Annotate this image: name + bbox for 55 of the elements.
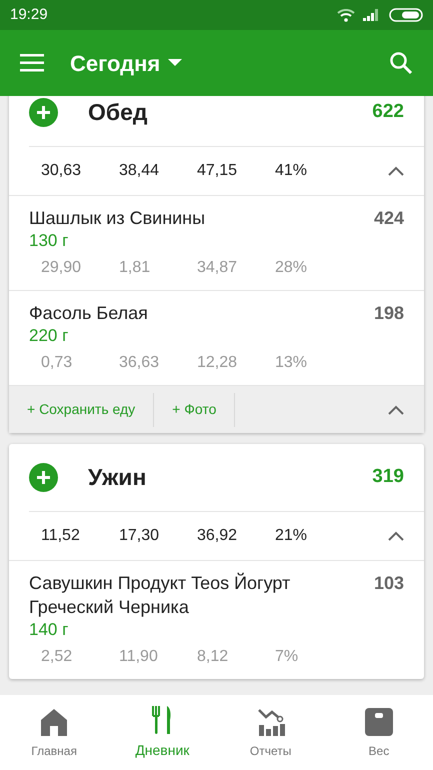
collapse-button[interactable] bbox=[388, 404, 404, 414]
macro-value: 13% bbox=[275, 353, 308, 373]
nav-tab[interactable]: Главная bbox=[0, 695, 108, 770]
collapse-button[interactable] bbox=[388, 166, 404, 176]
menu-button[interactable] bbox=[20, 54, 44, 72]
food-calories: 103 bbox=[372, 572, 404, 595]
signal-icon bbox=[363, 9, 381, 21]
nav-tab[interactable]: Отчеты bbox=[216, 695, 325, 770]
macro-value: 2,52 bbox=[41, 647, 74, 667]
collapse-button[interactable] bbox=[388, 531, 404, 541]
macro-value: 36,92 bbox=[197, 526, 238, 546]
macro-value: 8,12 bbox=[197, 647, 230, 667]
food-name: Савушкин Продукт Teos Йогурт Греческий Черника bbox=[29, 572, 292, 619]
food-row[interactable]: Савушкин Продукт Teos Йогурт Греческий Черника 103 140 г 2,52 11,90 8,12 7% bbox=[9, 560, 424, 679]
macro-value: 28% bbox=[275, 258, 308, 278]
meal-calories: 319 bbox=[372, 465, 404, 490]
meal-calories: 622 bbox=[372, 100, 404, 124]
nav-tab[interactable]: Дневник bbox=[108, 695, 216, 770]
food-calories: 198 bbox=[372, 302, 404, 325]
macro-value: 11,52 bbox=[41, 526, 81, 546]
macro-value: 7% bbox=[275, 647, 300, 667]
macro-value: 11,90 bbox=[119, 647, 159, 667]
macro-value: 36,63 bbox=[119, 353, 160, 373]
caret-icon bbox=[168, 59, 182, 67]
food-amount: 220 г bbox=[29, 325, 70, 347]
action-link[interactable]: + Фото bbox=[154, 392, 236, 426]
macro-value: 12,28 bbox=[197, 353, 238, 373]
food-amount: 130 г bbox=[29, 230, 70, 252]
add-button[interactable] bbox=[29, 463, 58, 492]
macro-value: 21% bbox=[275, 526, 308, 546]
food-calories: 424 bbox=[372, 207, 404, 230]
macro-value: 1,81 bbox=[119, 258, 152, 278]
add-button[interactable] bbox=[29, 98, 58, 127]
macro-value: 41% bbox=[275, 161, 308, 181]
food-name: Шашлык из Свинины bbox=[29, 207, 206, 230]
food-amount: 140 г bbox=[29, 619, 70, 641]
meal-title: Обед bbox=[88, 98, 148, 128]
status-time: 19:29 bbox=[10, 4, 48, 25]
macro-value: 29,90 bbox=[41, 258, 82, 278]
meal-title: Ужин bbox=[88, 463, 146, 492]
battery-icon bbox=[389, 8, 423, 22]
macro-value: 34,87 bbox=[197, 258, 238, 278]
food-name: Фасоль Белая bbox=[29, 302, 148, 325]
scale-icon bbox=[362, 706, 395, 738]
date-dropdown[interactable]: Сегодня bbox=[70, 46, 182, 80]
macro-value: 38,44 bbox=[119, 161, 160, 181]
action-link[interactable]: + Сохранить еду bbox=[9, 392, 154, 426]
macro-value: 17,30 bbox=[119, 526, 160, 546]
macro-value: 47,15 bbox=[197, 161, 238, 181]
wifi-icon bbox=[337, 8, 355, 22]
search-button[interactable] bbox=[389, 51, 413, 75]
food-row[interactable]: Шашлык из Свинины 424 130 г 29,90 1,81 34,87 28% bbox=[9, 195, 424, 290]
macro-value: 30,63 bbox=[41, 161, 82, 181]
nav-tab[interactable]: Вес bbox=[324, 695, 433, 770]
macro-value: 0,73 bbox=[41, 353, 74, 373]
